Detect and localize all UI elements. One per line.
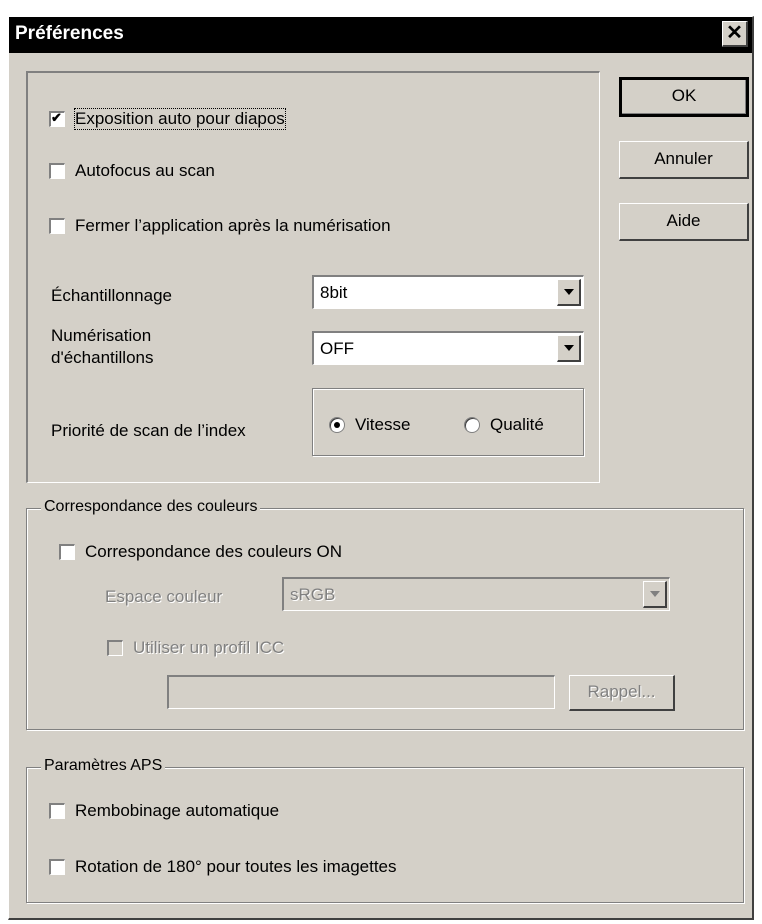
use-icc-option[interactable]: Utiliser un profil ICC [107,638,284,658]
help-button[interactable]: Aide [619,203,749,241]
chevron-down-icon[interactable] [557,279,581,306]
auto-exposure-option[interactable]: Exposition auto pour diapos [49,108,286,130]
auto-exposure-label: Exposition auto pour diapos [74,108,286,130]
sampling-label: Échantillonnage [51,286,172,305]
aps-settings-group-title: Paramètres APS [41,757,166,775]
ok-button[interactable]: OK [619,77,749,117]
sampling-value: 8bit [320,283,348,302]
autofocus-label: Autofocus au scan [75,161,215,180]
autofocus-option[interactable]: Autofocus au scan [49,161,215,181]
dialog-title: Préférences [15,23,124,44]
color-space-label: Espace couleur [105,587,223,606]
autofocus-checkbox[interactable] [49,163,65,179]
color-matching-group-title: Correspondance des couleurs [41,498,261,516]
priority-speed-label: Vitesse [355,415,411,434]
priority-speed-radio[interactable] [329,417,345,433]
priority-quality-option[interactable]: Qualité [464,415,544,435]
priority-quality-label: Qualité [490,415,544,434]
auto-rewind-label: Rembobinage automatique [75,801,280,820]
close-after-scan-checkbox[interactable] [49,218,65,234]
use-icc-label: Utiliser un profil ICC [133,638,285,657]
close-after-scan-label: Fermer l’application après la numérisati… [75,216,391,235]
auto-rewind-option[interactable]: Rembobinage automatique [49,801,279,821]
icc-browse-button[interactable]: Rappel... [569,675,675,711]
icc-profile-path-field[interactable] [167,675,555,709]
cancel-button[interactable]: Annuler [619,141,749,179]
aps-settings-group: Paramètres APS [26,757,744,903]
sample-scan-label-line2: d'échantillons [51,348,154,367]
chevron-down-icon[interactable] [643,581,667,608]
sampling-select[interactable]: 8bit [312,275,584,309]
sample-scan-select[interactable]: OFF [312,331,584,365]
title-bar: Préférences ✕ [9,17,752,53]
color-matching-enable-label: Correspondance des couleurs ON [85,542,343,561]
auto-exposure-checkbox[interactable] [49,110,65,127]
preferences-dialog: Préférences ✕ Exposition auto pour diapo… [8,16,754,920]
chevron-down-icon[interactable] [557,335,581,362]
color-space-select[interactable]: sRGB [282,577,670,611]
use-icc-checkbox[interactable] [107,640,123,656]
color-space-value: sRGB [290,585,336,604]
color-matching-enable-checkbox[interactable] [59,544,75,560]
priority-quality-radio[interactable] [464,417,480,433]
close-icon: ✕ [726,22,743,44]
close-button[interactable]: ✕ [722,21,748,47]
rotate-thumbnails-checkbox[interactable] [49,859,65,875]
color-matching-enable-option[interactable]: Correspondance des couleurs ON [59,542,342,562]
rotate-thumbnails-label: Rotation de 180° pour toutes les imagett… [75,857,397,876]
index-priority-label: Priorité de scan de l’index [51,421,246,440]
sample-scan-value: OFF [320,339,354,358]
sample-scan-label-line1: Numérisation [51,326,152,345]
rotate-thumbnails-option[interactable]: Rotation de 180° pour toutes les imagett… [49,857,397,877]
icc-browse-label: Rappel... [587,682,656,701]
sample-scan-label: Numérisation d'échantillons [51,325,153,369]
auto-rewind-checkbox[interactable] [49,803,65,819]
close-after-scan-option[interactable]: Fermer l’application après la numérisati… [49,216,391,236]
priority-speed-option[interactable]: Vitesse [329,415,410,435]
